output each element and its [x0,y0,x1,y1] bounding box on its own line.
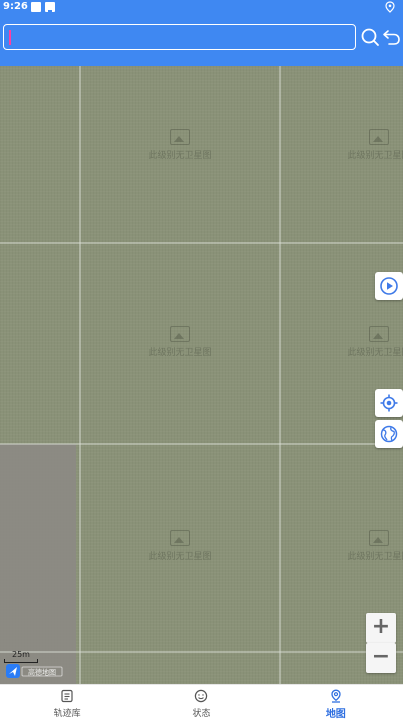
tile-placeholder-text: 此级别无卫星图 [148,348,212,358]
scale-bar [4,659,38,663]
tile-border [79,66,81,684]
locate-icon [380,394,398,412]
map-layer-button[interactable] [375,420,403,448]
bottom-navigation: 轨迹库 状态 地图 [0,684,403,720]
tab-label: 轨迹库 [53,709,81,719]
return-icon[interactable] [381,26,403,48]
tab-label: 地图 [325,709,346,720]
tile-placeholder-text: 此级别无卫星图 [148,151,212,161]
map-patch [0,444,76,684]
zoom-in-button[interactable]: + [366,613,396,643]
tile-placeholder: 此级别无卫星图 [140,326,220,358]
globe-icon [380,425,398,443]
image-icon [369,129,389,145]
tile-placeholder: 此级别无卫星图 [140,129,220,161]
search-icon[interactable] [359,26,381,48]
search-input[interactable] [10,27,345,46]
notification-icon [45,2,55,14]
location-icon [385,1,395,13]
map-scale: 25m [4,650,38,663]
tile-border [0,443,403,445]
zoom-out-button[interactable]: − [366,643,396,673]
tile-placeholder-text: 此级别无卫星图 [347,552,403,562]
image-icon [369,530,389,546]
tile-placeholder: 此级别无卫星图 [339,530,403,562]
locate-button[interactable] [375,389,403,417]
tile-placeholder-text: 此级别无卫星图 [347,348,403,358]
status-bar: 9:26 [0,0,403,14]
tab-status[interactable]: 状态 [134,685,268,720]
search-field[interactable] [3,24,356,50]
smile-icon [195,689,208,703]
tab-label: 状态 [192,709,211,719]
play-icon [380,277,398,295]
tab-track-library[interactable]: 轨迹库 [0,685,134,720]
logo-text: 高德地图 [28,668,56,677]
image-icon [170,326,190,342]
scale-label: 25m [12,650,30,659]
list-doc-icon [61,689,73,703]
image-icon [170,530,190,546]
map-pin-icon [331,689,341,703]
tile-placeholder: 此级别无卫星图 [339,129,403,161]
image-icon [170,129,190,145]
tab-map[interactable]: 地图 [269,685,403,720]
square-icon [31,2,41,12]
tile-border [0,242,403,244]
status-time: 9:26 [3,1,28,12]
tile-placeholder: 此级别无卫星图 [339,326,403,358]
tile-border [0,651,403,653]
tile-placeholder-text: 此级别无卫星图 [148,552,212,562]
amap-logo: 高德地图 [6,664,63,678]
tile-placeholder: 此级别无卫星图 [140,530,220,562]
map-view[interactable]: 此级别无卫星图 此级别无卫星图 此级别无卫星图 此级别无卫星图 此级别无卫星图 … [0,66,403,684]
tile-placeholder-text: 此级别无卫星图 [347,151,403,161]
image-icon [369,326,389,342]
play-track-button[interactable] [375,272,403,300]
tile-border [279,66,281,684]
